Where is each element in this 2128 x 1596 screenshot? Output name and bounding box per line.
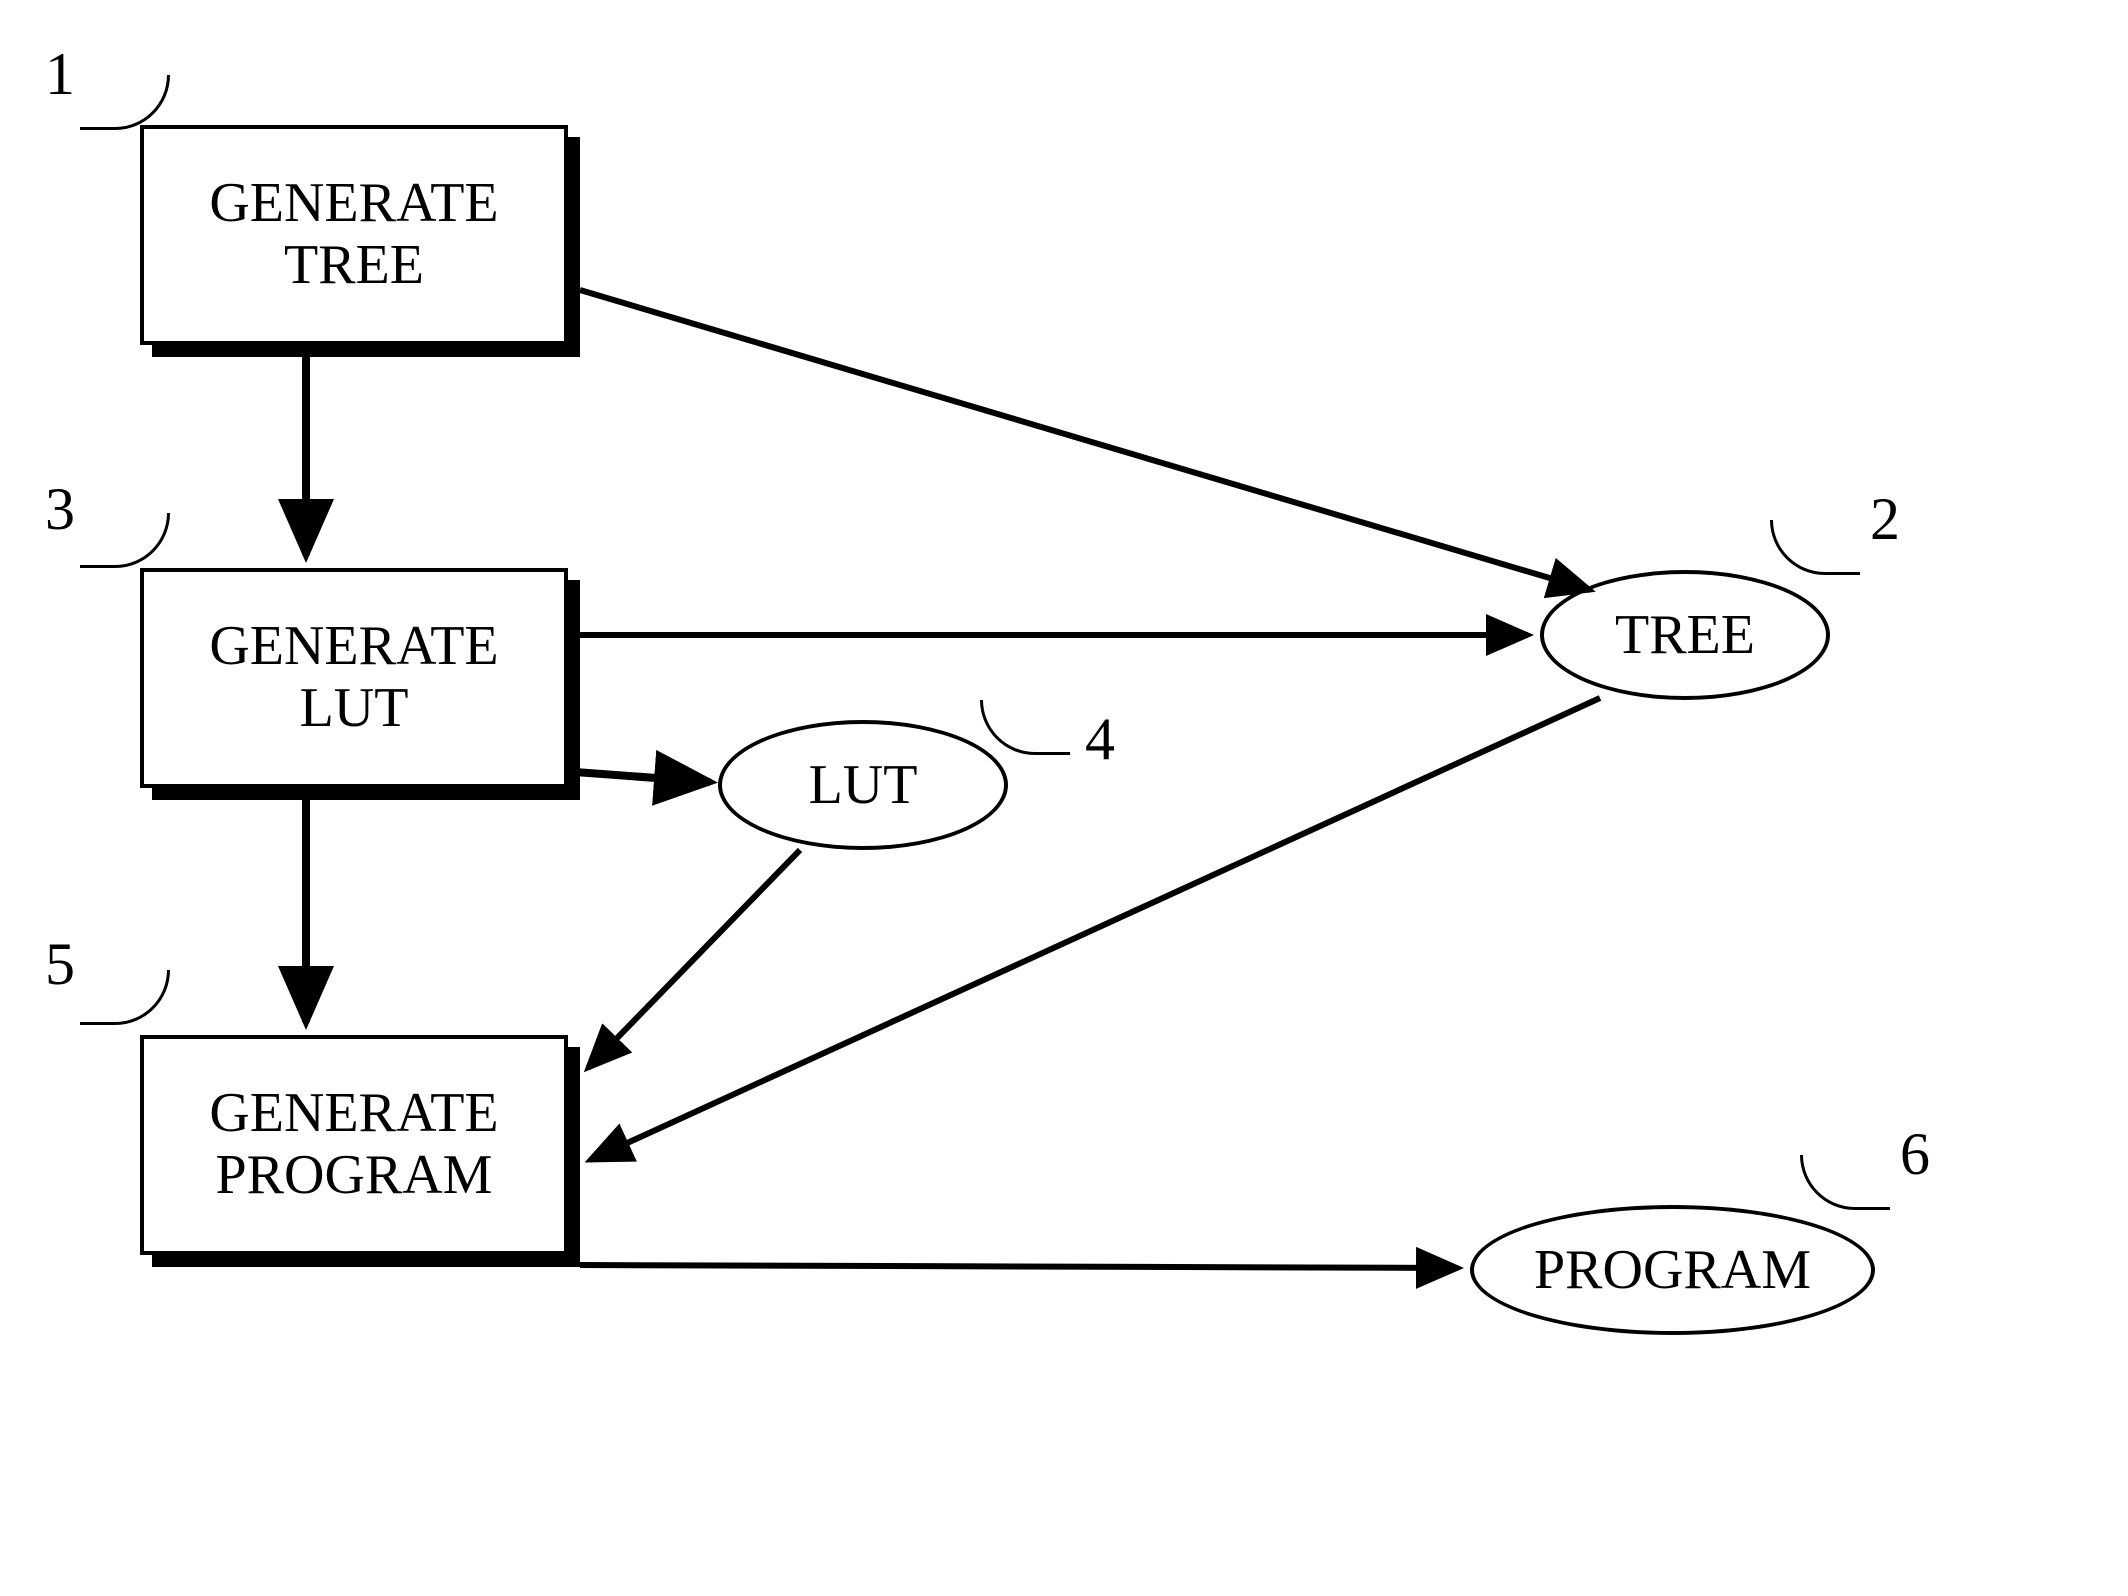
ref-tick: [980, 700, 1070, 755]
edge-box3-lut: [575, 772, 710, 782]
flow-diagram: GENERATE TREE 1 GENERATE LUT 3 GENERATE …: [0, 0, 2128, 1596]
ref-label-2: 2: [1870, 485, 1900, 554]
ref-label-3: 3: [45, 475, 75, 544]
ref-tick: [1770, 520, 1860, 575]
process-generate-program: GENERATE PROGRAM: [140, 1035, 568, 1255]
edge-box5-program: [580, 1265, 1458, 1268]
data-tree: TREE: [1540, 570, 1830, 700]
ref-label-1: 1: [45, 40, 75, 109]
ref-tick: [80, 970, 170, 1025]
ref-tick: [80, 513, 170, 568]
process-generate-lut: GENERATE LUT: [140, 568, 568, 788]
ref-label-6: 6: [1900, 1120, 1930, 1189]
ref-tick: [80, 75, 170, 130]
process-generate-tree: GENERATE TREE: [140, 125, 568, 345]
ref-label-4: 4: [1085, 705, 1115, 774]
ref-label-5: 5: [45, 930, 75, 999]
data-lut: LUT: [718, 720, 1008, 850]
data-program: PROGRAM: [1470, 1205, 1875, 1335]
edge-box1-tree: [580, 290, 1590, 590]
ref-tick: [1800, 1155, 1890, 1210]
edge-lut-box5: [588, 850, 800, 1068]
